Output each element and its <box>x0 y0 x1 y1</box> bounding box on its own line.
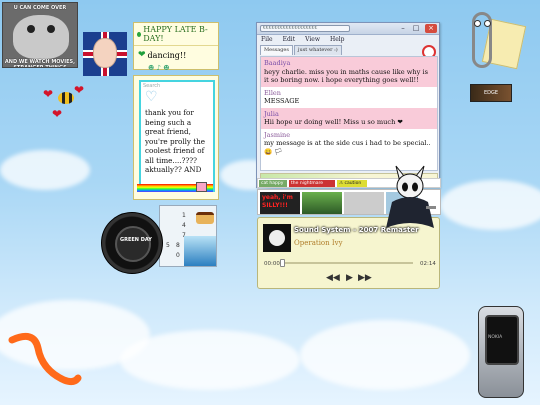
chat-message: Baadiya heyy charlie. miss you in maths … <box>261 57 437 87</box>
message-text: my message is at the side cus i had to b… <box>264 139 431 156</box>
menu-help[interactable]: Help <box>330 35 345 45</box>
seek-bar[interactable] <box>283 262 413 264</box>
bday-note-text: dancing!! <box>147 50 187 60</box>
bee-icon <box>58 92 74 104</box>
close-button[interactable]: × <box>425 24 437 33</box>
green-heart-icon: ❤ <box>138 50 146 60</box>
window-title: €€€€€€€€€€€€€€€€€€€ <box>260 25 350 32</box>
message-text: Hii hope ur doing well! Miss u so much ❤ <box>264 118 403 126</box>
photo-sticker <box>344 192 384 214</box>
calc-key[interactable]: 4 <box>182 222 186 229</box>
tv-sticker: EDGE <box>470 84 512 102</box>
elapsed-time: 00:00 <box>264 261 280 267</box>
previous-button[interactable]: ◀◀ <box>326 273 340 283</box>
union-jack-face-sticker <box>83 32 127 76</box>
cd-band-label: GREEN DAY <box>120 237 152 243</box>
message-sender: Baadiya <box>264 59 291 67</box>
menu-view[interactable]: View <box>305 35 320 45</box>
status-dot-icon <box>137 31 142 37</box>
hollow-knight-sticker <box>386 165 436 228</box>
friend-note-text: thank you for being such a great friend,… <box>145 108 206 174</box>
calc-key[interactable]: 5 <box>166 242 170 249</box>
blinkie: cat happy <box>259 180 287 187</box>
message-text: MESSAGE <box>264 97 300 105</box>
heart-icon: ❤ <box>43 87 54 101</box>
tab-messages[interactable]: Messages <box>260 45 293 55</box>
phone-screen <box>485 315 519 365</box>
dancing-stickers-icon: ☻ ♪ ☻ <box>148 64 170 72</box>
menu-file[interactable]: File <box>261 35 273 45</box>
flan-sticker <box>196 212 214 224</box>
album-art <box>263 224 291 252</box>
calc-key[interactable]: 0 <box>176 252 180 259</box>
song-artist: Operation Ivy <box>294 239 343 247</box>
heart-icon: ❤ <box>52 107 63 121</box>
heart-icon: ❤ <box>74 83 85 97</box>
silly-blinkie: yeah, i'm SILLY!!! <box>260 192 300 214</box>
blinkie: the nightmare <box>289 180 335 187</box>
tab-bar: Messages just whatever :) <box>257 45 439 55</box>
green-day-cd[interactable]: GREEN DAY <box>101 212 163 274</box>
chat-message: Ellen MESSAGE <box>261 87 437 108</box>
next-button[interactable]: ▶▶ <box>358 273 372 283</box>
ocean-photo <box>184 236 216 266</box>
bday-note-widget[interactable]: HAPPY LATE B-DAY! ❤ dancing!! ☻ ♪ ☻ <box>133 22 219 72</box>
seek-handle[interactable] <box>280 259 285 267</box>
message-sender: Ellen <box>264 88 281 97</box>
cat-meme-image: U CAN COME OVER AND WE WATCH MOVIES, STR… <box>2 2 78 68</box>
minimize-button[interactable]: – <box>397 24 409 33</box>
nokia-phone[interactable]: NOKIA <box>478 306 524 398</box>
calc-key[interactable]: 8 <box>176 242 180 249</box>
calc-key[interactable]: 1 <box>182 212 186 219</box>
menu-bar: File Edit View Help <box>257 35 439 45</box>
clippy-eye <box>474 20 481 27</box>
minecraft-sticker <box>302 192 342 214</box>
bday-note-title: HAPPY LATE B-DAY! <box>143 25 208 43</box>
cat-meme-bottom-text: AND WE WATCH MOVIES, STRANGER THINGS <box>4 59 76 68</box>
worm-sticker <box>8 332 82 386</box>
menu-edit[interactable]: Edit <box>283 35 296 45</box>
chat-message: Julia Hii hope ur doing well! Miss u so … <box>261 107 437 129</box>
duration-time: 02:14 <box>420 261 436 267</box>
maximize-button[interactable]: □ <box>410 24 422 33</box>
message-sender: Jasmine <box>264 130 291 139</box>
tab-just-whatever[interactable]: just whatever :) <box>293 45 342 55</box>
play-button[interactable]: ▶ <box>346 273 353 283</box>
message-sender: Julia <box>264 109 279 118</box>
outline-heart-icon: ♡ <box>145 89 158 105</box>
cat-meme-top-text: U CAN COME OVER <box>13 5 67 11</box>
phone-brand: NOKIA <box>488 335 503 340</box>
nyan-cat-icon <box>196 182 207 192</box>
window-titlebar[interactable]: €€€€€€€€€€€€€€€€€€€ – □ × <box>257 23 439 35</box>
chat-log[interactable]: Baadiya heyy charlie. miss you in maths … <box>260 56 438 171</box>
clippy-eye <box>484 20 491 27</box>
blinkie: ⚠ caution <box>337 180 367 187</box>
chat-message: Jasmine my message is at the side cus i … <box>261 129 437 159</box>
message-text: heyy charlie. miss you in maths cause li… <box>264 67 428 85</box>
